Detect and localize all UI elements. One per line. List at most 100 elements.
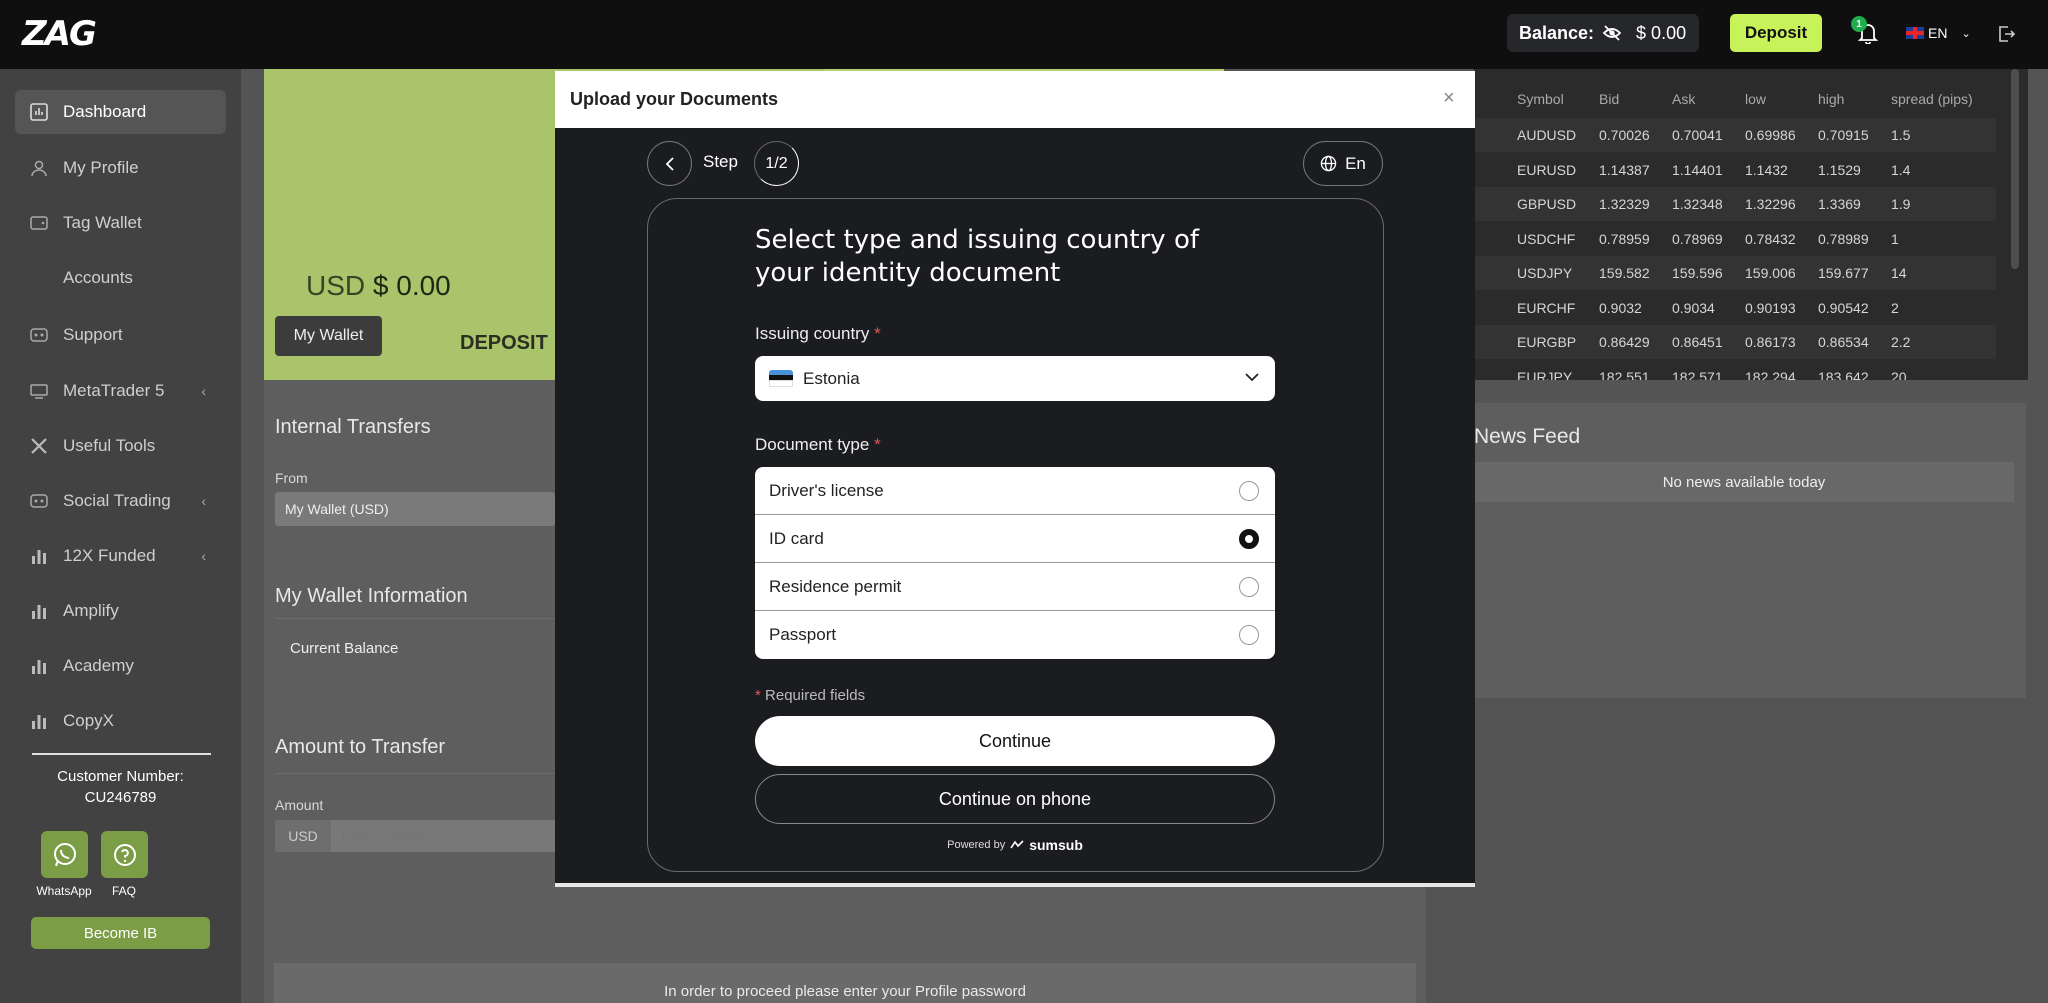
bar-chart-icon xyxy=(29,546,49,566)
market-cell: 1.9 xyxy=(1891,196,1911,212)
chevron-left-icon: ‹ xyxy=(201,383,206,399)
radio-button[interactable] xyxy=(1239,625,1259,645)
market-cell: 1.3369 xyxy=(1818,196,1861,212)
market-row: EURUSD 1.14387 1.14401 1.1432 1.1529 1.4 xyxy=(1474,153,1996,187)
market-cell: 2.2 xyxy=(1891,334,1911,350)
radio-button-selected[interactable] xyxy=(1239,529,1259,549)
issuing-country-label: Issuing country * xyxy=(755,324,881,344)
market-cell: 0.78959 xyxy=(1599,230,1650,247)
market-cell: 1.32296 xyxy=(1745,196,1796,212)
modal-language-button[interactable]: En xyxy=(1303,141,1383,186)
doc-option-drivers-license[interactable]: Driver's license xyxy=(755,467,1275,515)
whatsapp-button[interactable] xyxy=(41,831,88,878)
market-cell: 182.551 xyxy=(1599,368,1650,381)
market-cell: 0.78989 xyxy=(1818,230,1869,247)
close-icon[interactable]: × xyxy=(1443,87,1455,110)
market-cell: 182.571 xyxy=(1672,368,1723,381)
market-cell: 1.4 xyxy=(1891,161,1911,178)
sidebar-divider xyxy=(32,753,211,755)
market-cell: 2 xyxy=(1891,299,1899,316)
document-type-label-text: Document type xyxy=(755,435,870,454)
sidebar-item-copyx[interactable]: CopyX xyxy=(15,699,226,743)
radio-button[interactable] xyxy=(1239,577,1259,597)
market-cell: 159.596 xyxy=(1672,265,1723,281)
powered-by: Powered by sumsub xyxy=(755,837,1275,853)
market-row: AUDUSD 0.70026 0.70041 0.69986 0.70915 1.5 xyxy=(1474,118,1996,152)
customer-number: Customer Number: CU246789 xyxy=(0,766,241,808)
news-empty-message: No news available today xyxy=(1474,462,2014,502)
faq-label: FAQ xyxy=(111,884,136,898)
password-note: In order to proceed please enter your Pr… xyxy=(274,963,1416,1003)
wallet-info-title: My Wallet Information xyxy=(275,585,468,607)
issuing-country-select[interactable]: Estonia xyxy=(755,356,1275,401)
doc-option-passport[interactable]: Passport xyxy=(755,611,1275,659)
issuing-country-value: Estonia xyxy=(803,368,860,388)
document-type-label: Document type * xyxy=(755,435,881,455)
globe-icon xyxy=(1320,155,1337,172)
customer-number-label: Customer Number: xyxy=(57,768,184,785)
market-cell: EURGBP xyxy=(1517,334,1577,350)
document-type-list: Driver's license ID card Residence permi… xyxy=(755,467,1275,659)
market-cell: AUDUSD xyxy=(1517,127,1577,143)
modal-language-code: En xyxy=(1345,153,1366,173)
powered-by-text: Powered by xyxy=(947,839,1006,851)
market-cell: 0.9034 xyxy=(1672,299,1715,316)
modal-title: Upload your Documents xyxy=(570,89,779,109)
market-cell: GBPUSD xyxy=(1517,196,1577,212)
from-select[interactable]: My Wallet (USD) xyxy=(275,492,555,526)
market-cell: 0.86451 xyxy=(1672,334,1723,350)
current-balance-label: Current Balance xyxy=(290,640,399,657)
market-cell: USDJPY xyxy=(1517,265,1573,281)
back-button[interactable] xyxy=(647,141,692,186)
sidebar-item-amplify[interactable]: Amplify xyxy=(15,589,226,633)
sidebar-item-academy[interactable]: Academy xyxy=(15,644,226,688)
social-icon xyxy=(29,491,49,511)
market-cell: 1.32348 xyxy=(1672,196,1723,212)
sidebar-item-label: Social Trading xyxy=(63,491,171,510)
market-cell: 1.32329 xyxy=(1599,196,1650,212)
doc-option-residence-permit[interactable]: Residence permit xyxy=(755,563,1275,611)
radio-button[interactable] xyxy=(1239,481,1259,501)
tools-icon xyxy=(29,436,49,456)
sidebar-item-social-trading[interactable]: Social Trading ‹ xyxy=(15,479,226,523)
divider xyxy=(275,618,565,619)
market-cell: 0.9032 xyxy=(1599,299,1642,316)
chevron-left-icon: ‹ xyxy=(201,548,206,564)
become-ib-button[interactable]: Become IB xyxy=(31,917,210,949)
customer-number-value: CU246789 xyxy=(84,789,157,806)
monitor-icon xyxy=(29,381,49,401)
bar-chart-icon xyxy=(29,656,49,676)
market-cell: USDCHF xyxy=(1517,230,1576,247)
sidebar-item-useful-tools[interactable]: Useful Tools xyxy=(15,424,226,468)
step-label: Step xyxy=(703,152,738,171)
market-cell: 20 xyxy=(1891,368,1907,381)
sidebar-item-label: Amplify xyxy=(63,601,119,620)
market-cell: 1.5 xyxy=(1891,127,1911,143)
verification-heading: Select type and issuing country of your … xyxy=(755,225,1200,288)
bar-chart-icon xyxy=(29,601,49,621)
whatsapp-icon xyxy=(53,842,76,866)
chevron-left-icon: ‹ xyxy=(201,493,206,509)
market-cell: EURCHF xyxy=(1517,299,1576,316)
faq-button[interactable] xyxy=(101,831,148,878)
doc-option-id-card[interactable]: ID card xyxy=(755,515,1275,563)
continue-button[interactable]: Continue xyxy=(755,716,1275,766)
market-row: GBPUSD 1.32329 1.32348 1.32296 1.3369 1.9 xyxy=(1474,187,1996,221)
sidebar-item-label: MetaTrader 5 xyxy=(63,381,165,400)
market-cell: 1.14401 xyxy=(1672,161,1723,178)
market-cell: EURUSD xyxy=(1517,161,1577,178)
market-cell: 0.70041 xyxy=(1672,127,1723,143)
doc-option-label: Residence permit xyxy=(769,576,902,596)
amount-to-transfer-title: Amount to Transfer xyxy=(275,736,446,758)
chevron-down-icon xyxy=(1245,373,1259,382)
market-cell: 0.86429 xyxy=(1599,334,1650,350)
continue-on-phone-button[interactable]: Continue on phone xyxy=(755,774,1275,824)
amount-input[interactable] xyxy=(331,820,560,852)
market-row: USDJPY 159.582 159.596 159.006 159.677 14 xyxy=(1474,256,1996,290)
sidebar-item-12x-funded[interactable]: 12X Funded ‹ xyxy=(15,534,226,578)
required-asterisk: * xyxy=(874,324,881,343)
market-scrollbar[interactable] xyxy=(2011,69,2019,269)
powered-by-brand: sumsub xyxy=(1029,837,1083,853)
issuing-country-label-text: Issuing country xyxy=(755,324,870,343)
market-cell: 0.78969 xyxy=(1672,230,1723,247)
